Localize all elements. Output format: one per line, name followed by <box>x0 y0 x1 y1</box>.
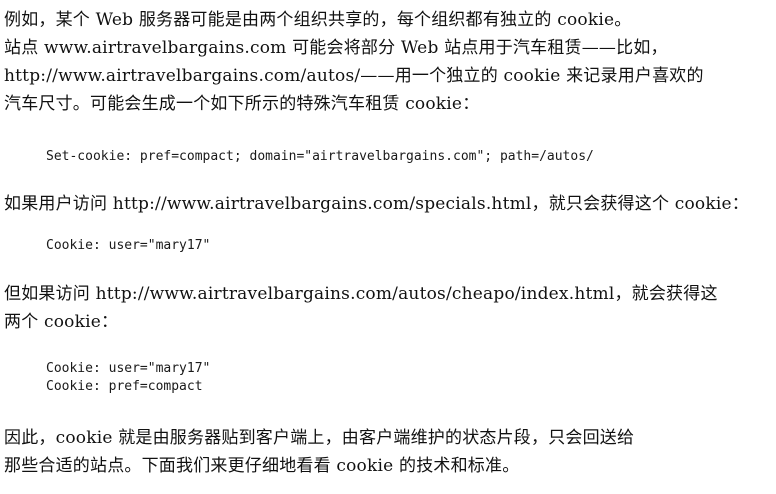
paragraph-line: 例如，某个 Web 服务器可能是由两个组织共享的，每个组织都有独立的 cooki… <box>4 10 632 30</box>
code-set-cookie: Set-cookie: pref=compact; domain="airtra… <box>46 149 594 164</box>
paragraph-line: 汽车尺寸。可能会生成一个如下所示的特殊汽车租赁 cookie： <box>4 94 480 114</box>
code-cookie-pref-line: Cookie: pref=compact <box>46 379 203 394</box>
paragraph-autos-visit: 但如果访问 http://www.airtravelbargains.com/a… <box>4 280 770 336</box>
paragraph-conclusion: 因此，cookie 就是由服务器贴到客户端上，由客户端维护的状态片段，只会回送给… <box>4 424 770 480</box>
paragraph-specials-visit: 如果用户访问 http://www.airtravelbargains.com/… <box>4 190 770 218</box>
paragraph-line: 但如果访问 http://www.airtravelbargains.com/a… <box>4 284 718 304</box>
paragraph-line: http://www.airtravelbargains.com/autos/—… <box>4 66 704 86</box>
paragraph-line: 如果用户访问 http://www.airtravelbargains.com/… <box>4 194 749 214</box>
paragraph-line: 站点 www.airtravelbargains.com 可能会将部分 Web … <box>4 38 668 58</box>
paragraph-line: 那些合适的站点。下面我们来更仔细地看看 cookie 的技术和标准。 <box>4 456 520 476</box>
paragraph-line: 两个 cookie： <box>4 312 119 332</box>
paragraph-shared-server: 例如，某个 Web 服务器可能是由两个组织共享的，每个组织都有独立的 cooki… <box>4 6 770 118</box>
paragraph-line: 因此，cookie 就是由服务器贴到客户端上，由客户端维护的状态片段，只会回送给 <box>4 428 635 448</box>
code-cookie-user: Cookie: user="mary17" <box>46 238 211 253</box>
code-cookie-user-line: Cookie: user="mary17" <box>46 361 211 376</box>
document-page: 例如，某个 Web 服务器可能是由两个组织共享的，每个组织都有独立的 cooki… <box>0 0 776 494</box>
